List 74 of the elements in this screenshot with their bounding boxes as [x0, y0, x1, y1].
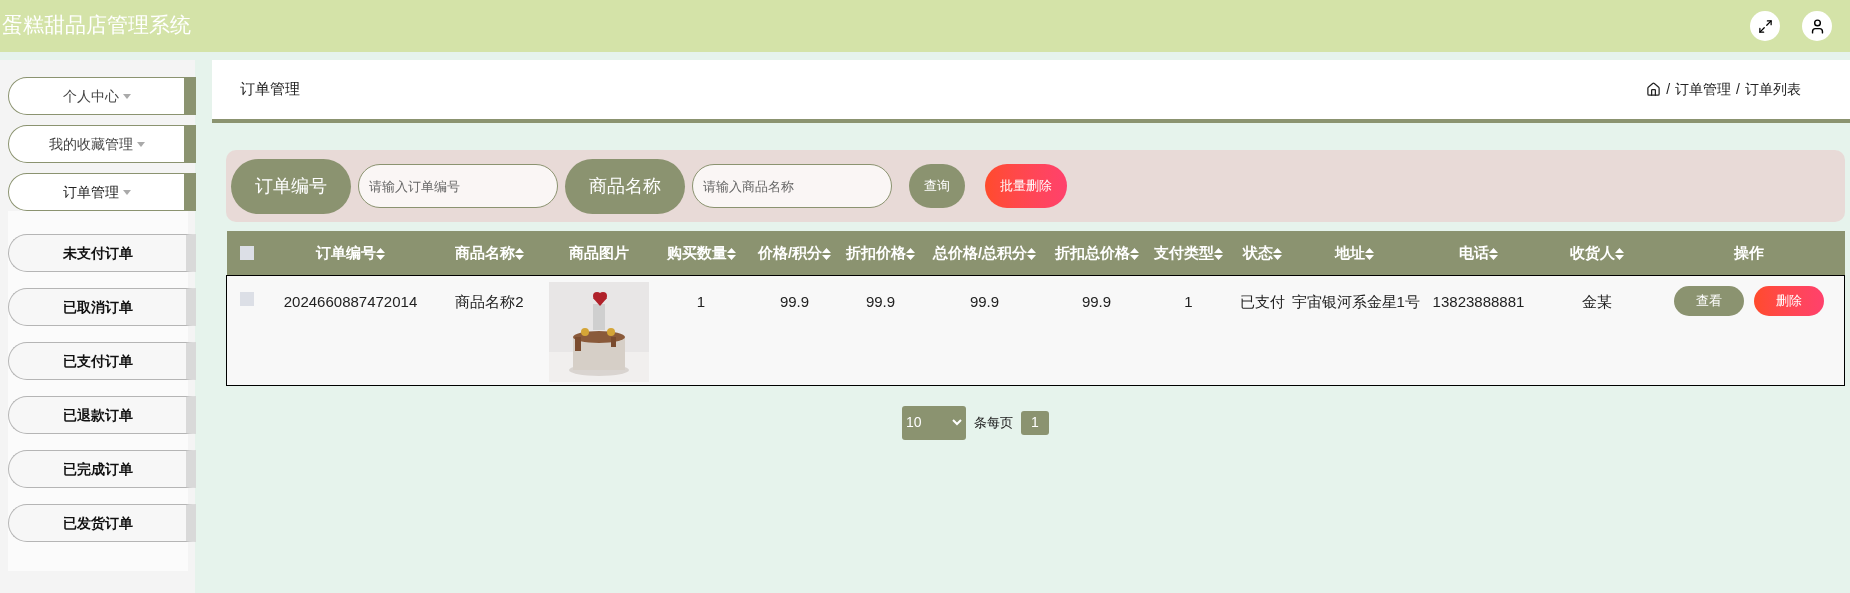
- fullscreen-button[interactable]: [1750, 11, 1780, 41]
- per-page-label: 条每页: [974, 413, 1013, 432]
- submenu-item[interactable]: 已发货订单: [8, 504, 196, 542]
- table-cell-text: 商品名称2: [455, 291, 524, 312]
- table-cell-text: 1: [696, 291, 706, 312]
- sort-icon: [1129, 247, 1139, 260]
- breadcrumb-separator: /: [1736, 80, 1740, 99]
- column-header[interactable]: 地址: [1335, 243, 1374, 261]
- column-header: 商品图片: [569, 243, 629, 261]
- table-cell-text: 1: [1184, 291, 1193, 312]
- search-field[interactable]: 请输入商品名称: [692, 164, 892, 208]
- table-cell-text: 2024660887472014: [283, 291, 418, 312]
- page-title: 订单管理: [240, 79, 300, 100]
- table-cell-text: 宇宙银河系金星1号: [1291, 291, 1420, 312]
- table-cell-text: 99.9: [779, 291, 810, 312]
- search-field[interactable]: 请输入订单编号: [358, 164, 558, 208]
- column-header[interactable]: 状态: [1242, 243, 1282, 261]
- table-cell-text: 99.9: [969, 291, 1000, 312]
- breadcrumb-item[interactable]: 订单列表: [1745, 79, 1801, 100]
- field-label: 订单编号: [231, 158, 351, 214]
- menu-item[interactable]: 我的收藏管理: [8, 125, 196, 163]
- table-cell-text: 已支付: [1239, 291, 1285, 312]
- app-title: 蛋糕甜品店管理系统: [2, 12, 191, 40]
- submenu-item[interactable]: 已取消订单: [8, 288, 196, 326]
- view-button[interactable]: 查看: [1673, 285, 1744, 316]
- breadcrumb-separator: /: [1666, 80, 1671, 99]
- table-cell-text: 13823888881: [1432, 291, 1525, 312]
- select-all-checkbox[interactable]: [239, 245, 254, 260]
- column-header: 操作: [1734, 243, 1764, 261]
- sort-icon: [1365, 247, 1374, 260]
- sort-icon: [906, 247, 915, 260]
- sort-icon: [1614, 247, 1624, 260]
- submenu-item[interactable]: 已支付订单: [8, 342, 196, 380]
- sort-icon: [1027, 247, 1037, 260]
- sort-icon: [822, 247, 832, 260]
- sort-icon: [1489, 247, 1498, 260]
- column-header[interactable]: 收货人: [1569, 243, 1624, 261]
- home-icon[interactable]: [1646, 82, 1662, 97]
- column-header[interactable]: 支付类型: [1154, 243, 1223, 261]
- column-header[interactable]: 折扣总价格: [1054, 243, 1139, 261]
- sort-icon: [376, 247, 385, 260]
- table-cell-text: 金某: [1581, 291, 1612, 312]
- column-header[interactable]: 总价格/总积分: [932, 243, 1037, 261]
- table-cell-text: 99.9: [1081, 291, 1112, 312]
- row-checkbox[interactable]: [239, 291, 254, 306]
- breadcrumb-item[interactable]: 订单管理: [1675, 79, 1732, 100]
- column-header[interactable]: 折扣价格: [846, 243, 915, 261]
- submenu-item[interactable]: 已完成订单: [8, 450, 196, 488]
- column-header[interactable]: 订单编号: [316, 243, 385, 261]
- field-label: 商品名称: [565, 158, 685, 214]
- column-header[interactable]: 购买数量: [666, 243, 736, 261]
- caret-icon: [136, 142, 145, 148]
- menu-item[interactable]: 订单管理: [8, 173, 196, 211]
- column-header[interactable]: 电话: [1459, 243, 1498, 261]
- search-button[interactable]: 查询: [909, 164, 965, 208]
- page-size-select[interactable]: 10: [902, 405, 966, 440]
- sort-icon: [726, 247, 736, 260]
- chevron-down-icon: [952, 419, 962, 426]
- delete-button[interactable]: 删除: [1753, 285, 1824, 316]
- expand-icon: [1757, 18, 1773, 34]
- caret-icon: [122, 94, 131, 100]
- caret-icon: [122, 190, 131, 196]
- table-cell-text: 99.9: [865, 291, 896, 312]
- sort-icon: [1214, 247, 1223, 260]
- submenu-item[interactable]: 未支付订单: [8, 234, 196, 272]
- sort-icon: [1272, 247, 1282, 260]
- menu-item[interactable]: 个人中心: [8, 77, 196, 115]
- submenu-item[interactable]: 已退款订单: [8, 396, 196, 434]
- column-header[interactable]: 价格/积分: [757, 243, 832, 261]
- sort-icon: [515, 247, 524, 260]
- page-number[interactable]: 1: [1021, 410, 1049, 435]
- user-button[interactable]: [1802, 11, 1832, 41]
- column-header[interactable]: 商品名称: [455, 243, 524, 261]
- batch-delete-button[interactable]: 批量删除: [985, 164, 1067, 208]
